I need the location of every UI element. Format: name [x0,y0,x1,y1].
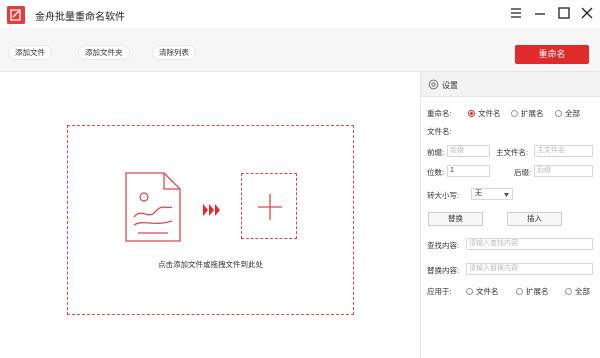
apply-radio-all[interactable] [565,288,572,295]
rename-radio-filename[interactable] [468,110,475,117]
digits-input[interactable]: 1 [447,165,490,177]
replace-button[interactable]: 替换 [428,212,483,226]
add-file-box[interactable] [241,173,297,239]
rename-option-filename: 文件名 [478,109,501,118]
prefix-label: 前缀: [427,148,445,157]
suffix-input[interactable]: 后缀 [534,165,593,177]
settings-title: 设置 [442,81,458,90]
minimize-icon[interactable] [530,4,550,22]
drop-hint: 点击添加文件或拖拽文件到此处 [158,260,263,269]
settings-panel: 设置 重命名: 文件名 扩展名 全部 文件名: 前缀: 前缀 主文件名: 主文件… [420,72,600,358]
rename-option-all: 全部 [565,109,580,118]
file-list-area[interactable]: 点击添加文件或拖拽文件到此处 [0,72,420,358]
add-folder-button[interactable]: 添加文件夹 [78,45,130,60]
toolbar: 添加文件 添加文件夹 清除列表 [0,28,600,72]
close-icon[interactable] [577,4,597,22]
replace-label: 替换内容: [427,266,460,275]
apply-option-all: 全部 [575,287,590,296]
apply-radio-filename[interactable] [466,288,473,295]
rename-radio-extension[interactable] [511,110,518,117]
main-name-label: 主文件名: [496,148,529,157]
clear-list-button[interactable]: 清除列表 [152,45,196,60]
plus-icon [258,194,282,220]
title-bar: 金舟批量重命名软件 [0,0,600,28]
settings-header: 设置 [421,72,600,97]
case-label: 转大小写: [427,191,460,200]
apply-option-extension: 扩展名 [526,287,549,296]
main-name-input[interactable]: 主文件名 [534,145,593,157]
gear-icon [428,79,439,90]
case-select-value: 无 [475,190,482,197]
apply-label: 应用于: [427,287,452,296]
replace-input[interactable]: 请输入替换内容 [466,263,593,275]
apply-option-filename: 文件名 [476,287,499,296]
digits-label: 位数: [427,168,445,177]
insert-button[interactable]: 插入 [507,212,562,226]
triple-arrow-icon [203,204,220,216]
rename-option-extension: 扩展名 [521,109,544,118]
caret-down-icon [504,193,509,197]
file-image-icon [125,172,181,242]
case-select[interactable]: 无 [471,188,513,200]
maximize-icon[interactable] [554,4,574,22]
find-label: 查找内容: [427,241,460,250]
suffix-label: 后缀: [514,168,532,177]
apply-radio-extension[interactable] [516,288,523,295]
add-file-button[interactable]: 添加文件 [8,45,52,60]
rename-radio-all[interactable] [555,110,562,117]
menu-icon[interactable] [506,4,526,22]
prefix-input[interactable]: 前缀 [447,145,490,157]
app-title: 金舟批量重命名软件 [35,12,125,23]
rename-label: 重命名: [427,109,452,118]
filename-label: 文件名: [427,127,452,136]
drop-zone[interactable]: 点击添加文件或拖拽文件到此处 [67,125,354,315]
find-input[interactable]: 请输入查找内容 [466,238,593,250]
rename-button[interactable]: 重命名 [515,45,589,64]
app-logo-icon [7,6,25,24]
